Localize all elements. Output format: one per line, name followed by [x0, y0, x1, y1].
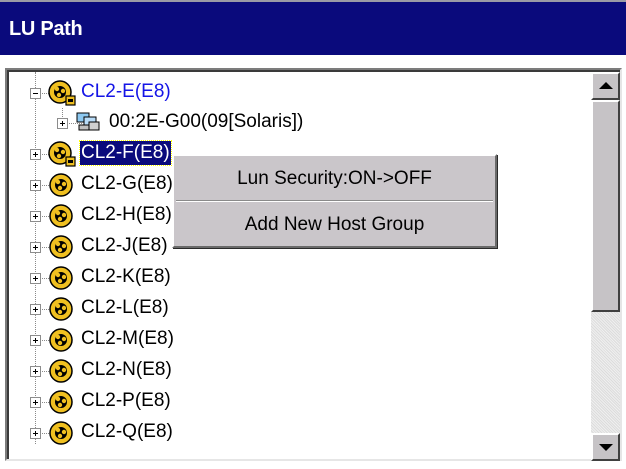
tree-node-port-cl2-p[interactable]: CL2-P(E8)	[9, 387, 569, 417]
port-icon	[49, 421, 73, 445]
panel-title: LU Path	[9, 18, 83, 40]
expand-toggle-icon[interactable]	[30, 273, 41, 284]
menu-item-add-new-host-group[interactable]: Add New Host Group	[174, 204, 495, 246]
port-label[interactable]: CL2-E(E8)	[81, 80, 171, 104]
port-label-selected[interactable]: CL2-F(E8)	[79, 140, 172, 166]
expand-toggle-icon[interactable]	[30, 180, 41, 191]
expand-toggle-icon[interactable]	[30, 366, 41, 377]
panel-title-bar: LU Path	[0, 0, 626, 55]
expand-toggle-icon[interactable]	[30, 211, 41, 222]
port-label[interactable]: CL2-K(E8)	[81, 265, 171, 289]
scroll-up-arrow-icon	[599, 82, 613, 89]
port-label[interactable]: CL2-P(E8)	[81, 389, 171, 413]
port-label[interactable]: CL2-J(E8)	[81, 234, 168, 258]
scrollbar-thumb[interactable]	[591, 100, 620, 312]
tree-node-port-cl2-m[interactable]: CL2-M(E8)	[9, 325, 569, 355]
expand-toggle-icon[interactable]	[30, 149, 41, 160]
port-icon	[49, 359, 73, 383]
port-key-icon	[48, 141, 76, 167]
host-group-icon	[76, 112, 100, 131]
scroll-down-arrow-icon	[599, 444, 613, 451]
port-label[interactable]: CL2-Q(E8)	[81, 420, 173, 444]
expand-toggle-icon[interactable]	[30, 335, 41, 346]
tree-node-port-cl2-q[interactable]: CL2-Q(E8)	[9, 418, 569, 448]
port-icon	[49, 266, 73, 290]
port-icon	[49, 204, 73, 228]
port-icon	[49, 390, 73, 414]
port-icon	[49, 328, 73, 352]
vertical-scrollbar[interactable]	[591, 72, 620, 461]
menu-separator	[176, 200, 493, 202]
lu-path-tree[interactable]: CL2-E(E8) 00:2E-G00(09[Solaris]) CL2-F(E…	[9, 72, 593, 461]
tree-node-host-group[interactable]: 00:2E-G00(09[Solaris])	[9, 108, 569, 138]
port-label[interactable]: CL2-M(E8)	[81, 327, 174, 351]
scroll-up-button[interactable]	[591, 72, 620, 100]
tree-node-port-cl2-l[interactable]: CL2-L(E8)	[9, 294, 569, 324]
collapse-toggle-icon[interactable]	[30, 88, 41, 99]
port-label[interactable]: CL2-H(E8)	[81, 203, 172, 227]
port-key-icon	[48, 80, 76, 106]
expand-toggle-icon[interactable]	[30, 242, 41, 253]
expand-toggle-icon[interactable]	[30, 304, 41, 315]
scroll-down-button[interactable]	[591, 433, 620, 461]
port-label[interactable]: CL2-N(E8)	[81, 358, 172, 382]
expand-toggle-icon[interactable]	[57, 118, 68, 129]
port-icon	[49, 297, 73, 321]
port-label[interactable]: CL2-G(E8)	[81, 172, 173, 196]
tree-node-port-cl2-k[interactable]: CL2-K(E8)	[9, 263, 569, 293]
host-group-label[interactable]: 00:2E-G00(09[Solaris])	[109, 110, 303, 134]
port-icon	[49, 173, 73, 197]
port-label[interactable]: CL2-L(E8)	[81, 296, 169, 320]
tree-node-port-cl2-n[interactable]: CL2-N(E8)	[9, 356, 569, 386]
tree-inner-border: CL2-E(E8) 00:2E-G00(09[Solaris]) CL2-F(E…	[7, 70, 620, 461]
menu-item-lun-security-toggle[interactable]: Lun Security:ON->OFF	[174, 158, 495, 200]
lu-path-tree-frame: CL2-E(E8) 00:2E-G00(09[Solaris]) CL2-F(E…	[5, 68, 622, 461]
port-icon	[49, 235, 73, 259]
context-menu: Lun Security:ON->OFF Add New Host Group	[172, 154, 497, 248]
expand-toggle-icon[interactable]	[30, 397, 41, 408]
expand-toggle-icon[interactable]	[30, 428, 41, 439]
tree-node-port-cl2-e[interactable]: CL2-E(E8)	[9, 78, 569, 108]
